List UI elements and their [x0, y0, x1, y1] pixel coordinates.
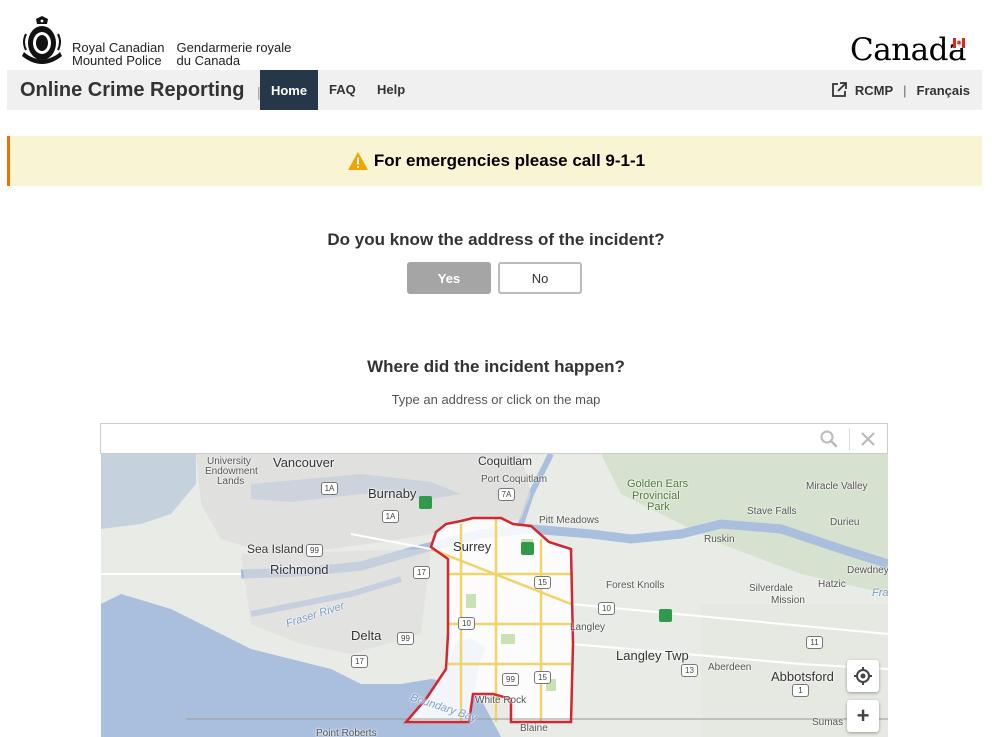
government-header: Royal Canadian Mounted Police Gendarmeri…	[0, 0, 992, 70]
highway-shield: 99	[502, 673, 519, 686]
external-link-icon[interactable]	[830, 81, 848, 99]
map-label-silverdale: Silverdale	[749, 583, 793, 594]
map-label-hatzic: Hatzic	[818, 579, 846, 590]
map-label-coquitlam: Coquitlam	[478, 454, 533, 468]
map-label-langley: Langley	[570, 622, 606, 633]
no-button[interactable]: No	[498, 262, 582, 294]
highway-shield: 10	[458, 617, 475, 630]
rcmp-signature[interactable]: Royal Canadian Mounted Police Gendarmeri…	[20, 16, 291, 67]
highway-shield: 7A	[498, 488, 515, 501]
map-label-stave-falls: Stave Falls	[747, 506, 797, 517]
zoom-in-button[interactable]: +	[847, 700, 879, 732]
highway-shield: 13	[681, 664, 698, 677]
map-label-mission: Mission	[771, 595, 805, 606]
emergency-alert-banner: For emergencies please call 9-1-1	[7, 136, 982, 186]
map-label-point-roberts: Point Roberts	[316, 728, 377, 737]
address-known-question: Do you know the address of the incident?	[327, 230, 665, 249]
rcmp-name-english: Royal Canadian Mounted Police	[72, 40, 165, 68]
park-marker-icon	[419, 496, 432, 509]
app-navigation-bar: Online Crime Reporting | Home FAQ Help R…	[7, 70, 982, 110]
map-label-golden-ears: Golden Ears	[627, 478, 689, 490]
nav-right-links: RCMP | Français	[830, 81, 970, 99]
yes-button[interactable]: Yes	[407, 262, 491, 294]
rcmp-name: Royal Canadian Mounted Police Gendarmeri…	[72, 41, 291, 67]
highway-shield: 1	[792, 684, 809, 697]
map-label-vancouver: Vancouver	[273, 455, 335, 470]
map-label-miracle-valley: Miracle Valley	[806, 481, 868, 492]
highway-shield: 1A	[382, 510, 399, 523]
location-heading: Where did the incident happen?	[367, 357, 625, 376]
nav-item-home[interactable]: Home	[260, 70, 318, 110]
map-label-port-coquitlam: Port Coquitlam	[481, 474, 548, 485]
map-label-surrey: Surrey	[453, 539, 492, 554]
map-label-aberdeen: Aberdeen	[708, 662, 752, 673]
map-label-lands: Lands	[217, 476, 245, 487]
link-separator: |	[903, 82, 907, 98]
park-marker-icon	[659, 609, 672, 622]
rcmp-name-french: Gendarmerie royale du Canada	[176, 40, 292, 68]
map-label-sumas: Sumas	[812, 717, 844, 728]
map-label-durieu: Durieu	[830, 517, 860, 528]
search-divider	[849, 428, 850, 450]
crosshair-icon	[854, 667, 872, 685]
incident-map[interactable]: University Endowment Lands Vancouver Coq…	[101, 454, 888, 737]
location-hint: Type an address or click on the map	[391, 392, 601, 407]
canada-wordmark: Canada	[850, 32, 966, 68]
map-label-fra: Fra	[872, 587, 888, 599]
map-label-ruskin: Ruskin	[704, 534, 735, 545]
rcmp-crest-icon	[22, 16, 62, 64]
nav-item-faq[interactable]: FAQ	[329, 82, 356, 97]
map-label-white-rock: White Rock	[475, 695, 527, 706]
clear-icon[interactable]	[858, 429, 878, 449]
map-label-richmond: Richmond	[270, 562, 329, 577]
highway-shield: 15	[534, 671, 551, 684]
highway-shield: 99	[397, 632, 414, 645]
canada-flag-icon	[953, 38, 965, 48]
map-label-delta: Delta	[351, 628, 382, 643]
app-title[interactable]: Online Crime Reporting	[20, 79, 244, 102]
address-search-box	[100, 423, 888, 454]
map-label-pitt-meadows: Pitt Meadows	[539, 515, 600, 526]
map-label-abbotsford: Abbotsford	[771, 669, 834, 684]
highway-shield: 10	[598, 602, 615, 615]
warning-triangle-icon	[347, 152, 368, 170]
highway-shield: 17	[413, 566, 430, 579]
language-toggle-link[interactable]: Français	[917, 83, 970, 98]
nav-item-help[interactable]: Help	[377, 82, 405, 97]
map-label-burnaby: Burnaby	[368, 486, 417, 501]
emergency-message: For emergencies please call 9-1-1	[373, 151, 646, 170]
highway-shield: 15	[534, 576, 551, 589]
map-label-forest-knolls: Forest Knolls	[606, 580, 665, 591]
map-label-langley-twp: Langley Twp	[616, 648, 689, 663]
highway-shield: 11	[806, 636, 823, 649]
map-label-park: Park	[647, 501, 670, 513]
my-location-button[interactable]	[847, 660, 879, 692]
plus-icon: +	[856, 703, 870, 728]
highway-shield: 17	[351, 655, 368, 668]
rcmp-link[interactable]: RCMP	[855, 83, 893, 98]
map-label-blaine: Blaine	[520, 723, 548, 734]
highway-shield: 1A	[321, 482, 338, 495]
search-icon[interactable]	[819, 429, 839, 449]
map-label-sea-island: Sea Island	[247, 542, 304, 556]
map-label-dewdney: Dewdney	[847, 565, 888, 576]
address-search-input[interactable]	[105, 427, 809, 451]
park-marker-icon	[521, 542, 534, 555]
highway-shield: 99	[306, 544, 323, 557]
